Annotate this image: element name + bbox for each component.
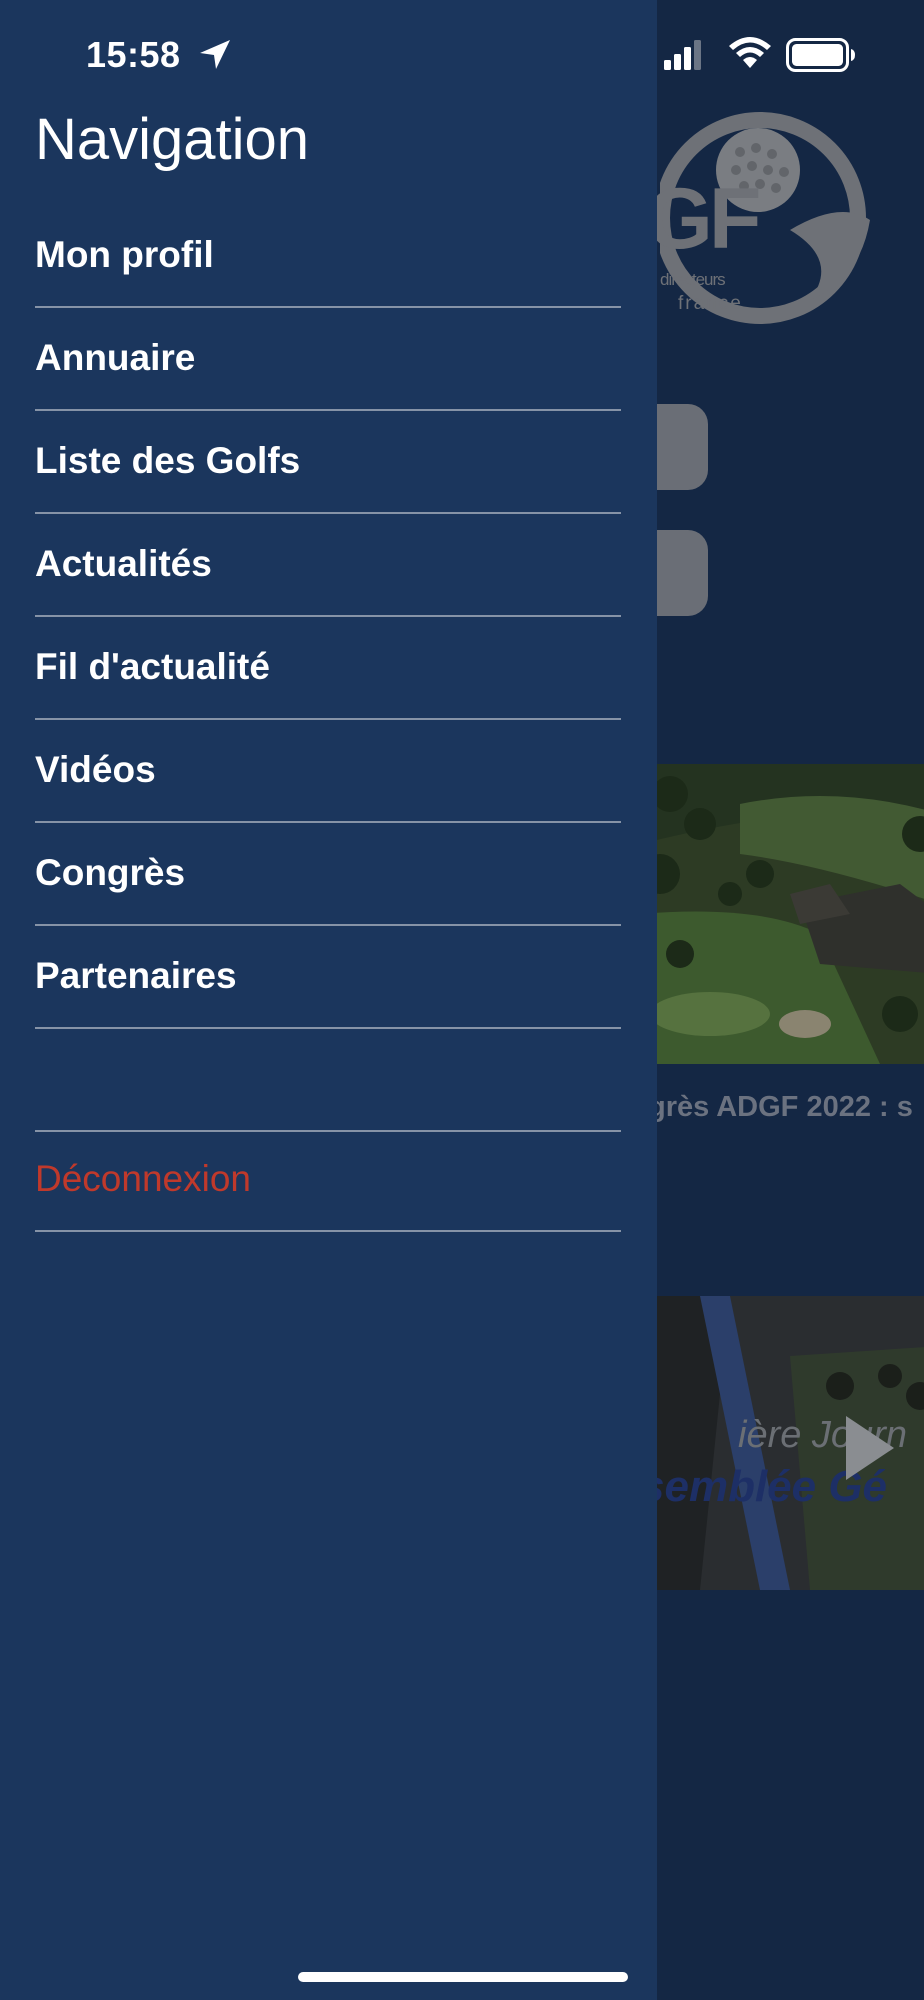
logo-line-1: directeurs — [660, 270, 726, 289]
logo-letters: GF — [646, 171, 761, 267]
nav-item-liste-des-golfs[interactable]: Liste des Golfs — [35, 411, 621, 514]
nav-item-label: Liste des Golfs — [35, 440, 301, 481]
location-arrow-icon — [200, 40, 230, 69]
nav-item-label: Fil d'actualité — [35, 646, 270, 687]
nav-item-empty — [35, 1029, 621, 1132]
nav-item-label: Actualités — [35, 543, 212, 584]
wifi-icon — [729, 37, 771, 68]
home-indicator[interactable] — [298, 1972, 628, 1982]
battery-icon — [786, 38, 855, 72]
news-title-line-2: ! — [648, 1126, 924, 1164]
divider — [35, 1230, 621, 1232]
adgf-logo: GF directeurs france — [640, 110, 880, 330]
nav-item-partenaires[interactable]: Partenaires — [35, 926, 621, 1029]
nav-item-label: Annuaire — [35, 337, 196, 378]
cellular-signal-icon — [664, 40, 701, 70]
news-image — [640, 764, 924, 1064]
status-bar-time: 15:58 — [86, 34, 181, 75]
logout-label: Déconnexion — [35, 1158, 251, 1199]
golf-course-image — [640, 764, 924, 1064]
nav-item-label: Mon profil — [35, 234, 214, 275]
nav-item-fil-actualite[interactable]: Fil d'actualité — [35, 617, 621, 720]
nav-item-label: Partenaires — [35, 955, 237, 996]
play-icon — [846, 1416, 894, 1480]
nav-item-congres[interactable]: Congrès — [35, 823, 621, 926]
video-thumbnail: ière Journ semblée Gé — [640, 1296, 924, 1590]
nav-item-annuaire[interactable]: Annuaire — [35, 308, 621, 411]
logout-button[interactable]: Déconnexion — [35, 1129, 621, 1232]
logo-line-2: france — [678, 293, 743, 314]
nav-item-actualites[interactable]: Actualités — [35, 514, 621, 617]
nav-item-label: Congrès — [35, 852, 186, 893]
navigation-drawer: 15:58 Navigation Mon profil Annuaire Lis… — [0, 0, 657, 2000]
drawer-title: Navigation — [35, 107, 310, 172]
nav-item-label: Vidéos — [35, 749, 156, 790]
nav-item-videos[interactable]: Vidéos — [35, 720, 621, 823]
news-title: grès ADGF 2022 : s ! — [648, 1088, 924, 1164]
news-title-line-1: grès ADGF 2022 : s — [648, 1091, 913, 1123]
nav-item-mon-profil[interactable]: Mon profil — [35, 205, 621, 308]
